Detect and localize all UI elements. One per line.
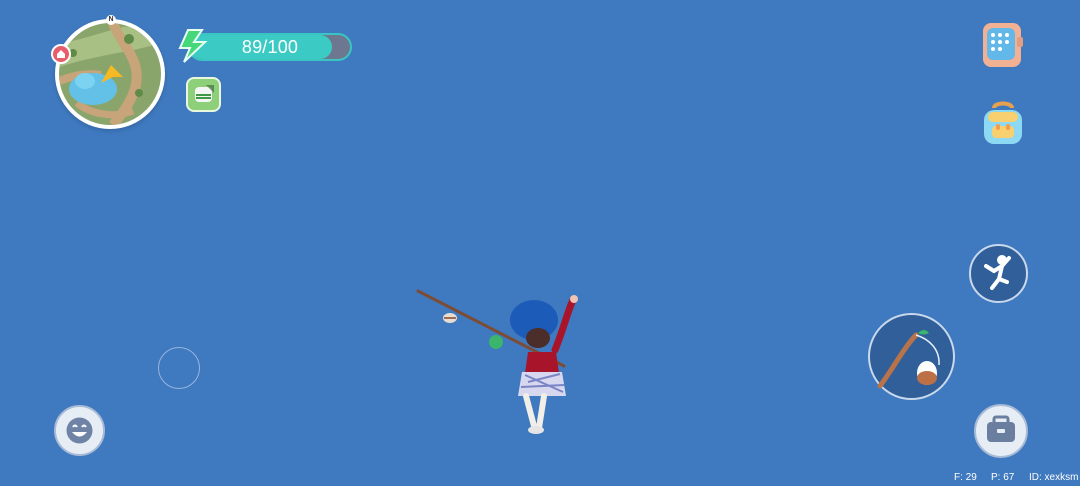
debug-p-value: P: 67 — [991, 472, 1015, 483]
smile-icon — [66, 417, 93, 444]
toolbox-button[interactable] — [974, 404, 1028, 458]
toolbox-icon — [987, 415, 1015, 442]
compass-north-label: N — [106, 15, 116, 25]
player-character — [410, 284, 580, 440]
hamburger-buff-icon[interactable] — [186, 77, 221, 112]
fishing-action-button[interactable] — [868, 313, 955, 400]
debug-f-value: F: 29 — [954, 472, 977, 483]
phone-button[interactable] — [979, 19, 1027, 73]
home-marker-icon — [51, 44, 71, 64]
game-viewport[interactable]: N 89/100 F: 29 P: 67 ID: xexksm — [0, 0, 1080, 486]
virtual-joystick[interactable] — [158, 347, 200, 389]
energy-lightning-icon — [172, 26, 212, 66]
dance-icon — [984, 255, 1011, 290]
dance-button[interactable] — [969, 244, 1028, 303]
backpack-button[interactable] — [976, 98, 1030, 152]
energy-bar: 89/100 — [188, 33, 352, 61]
debug-id-value: ID: xexksm — [1029, 472, 1079, 483]
player-position-arrow-icon — [101, 65, 123, 83]
debug-info: F: 29 P: 67 ID: xexksm — [954, 472, 1080, 486]
phone-icon — [983, 23, 1023, 67]
backpack-icon — [984, 101, 1022, 144]
energy-value-text: 89/100 — [241, 37, 299, 57]
emote-button[interactable] — [54, 405, 105, 456]
fishing-rod-icon — [877, 330, 940, 389]
